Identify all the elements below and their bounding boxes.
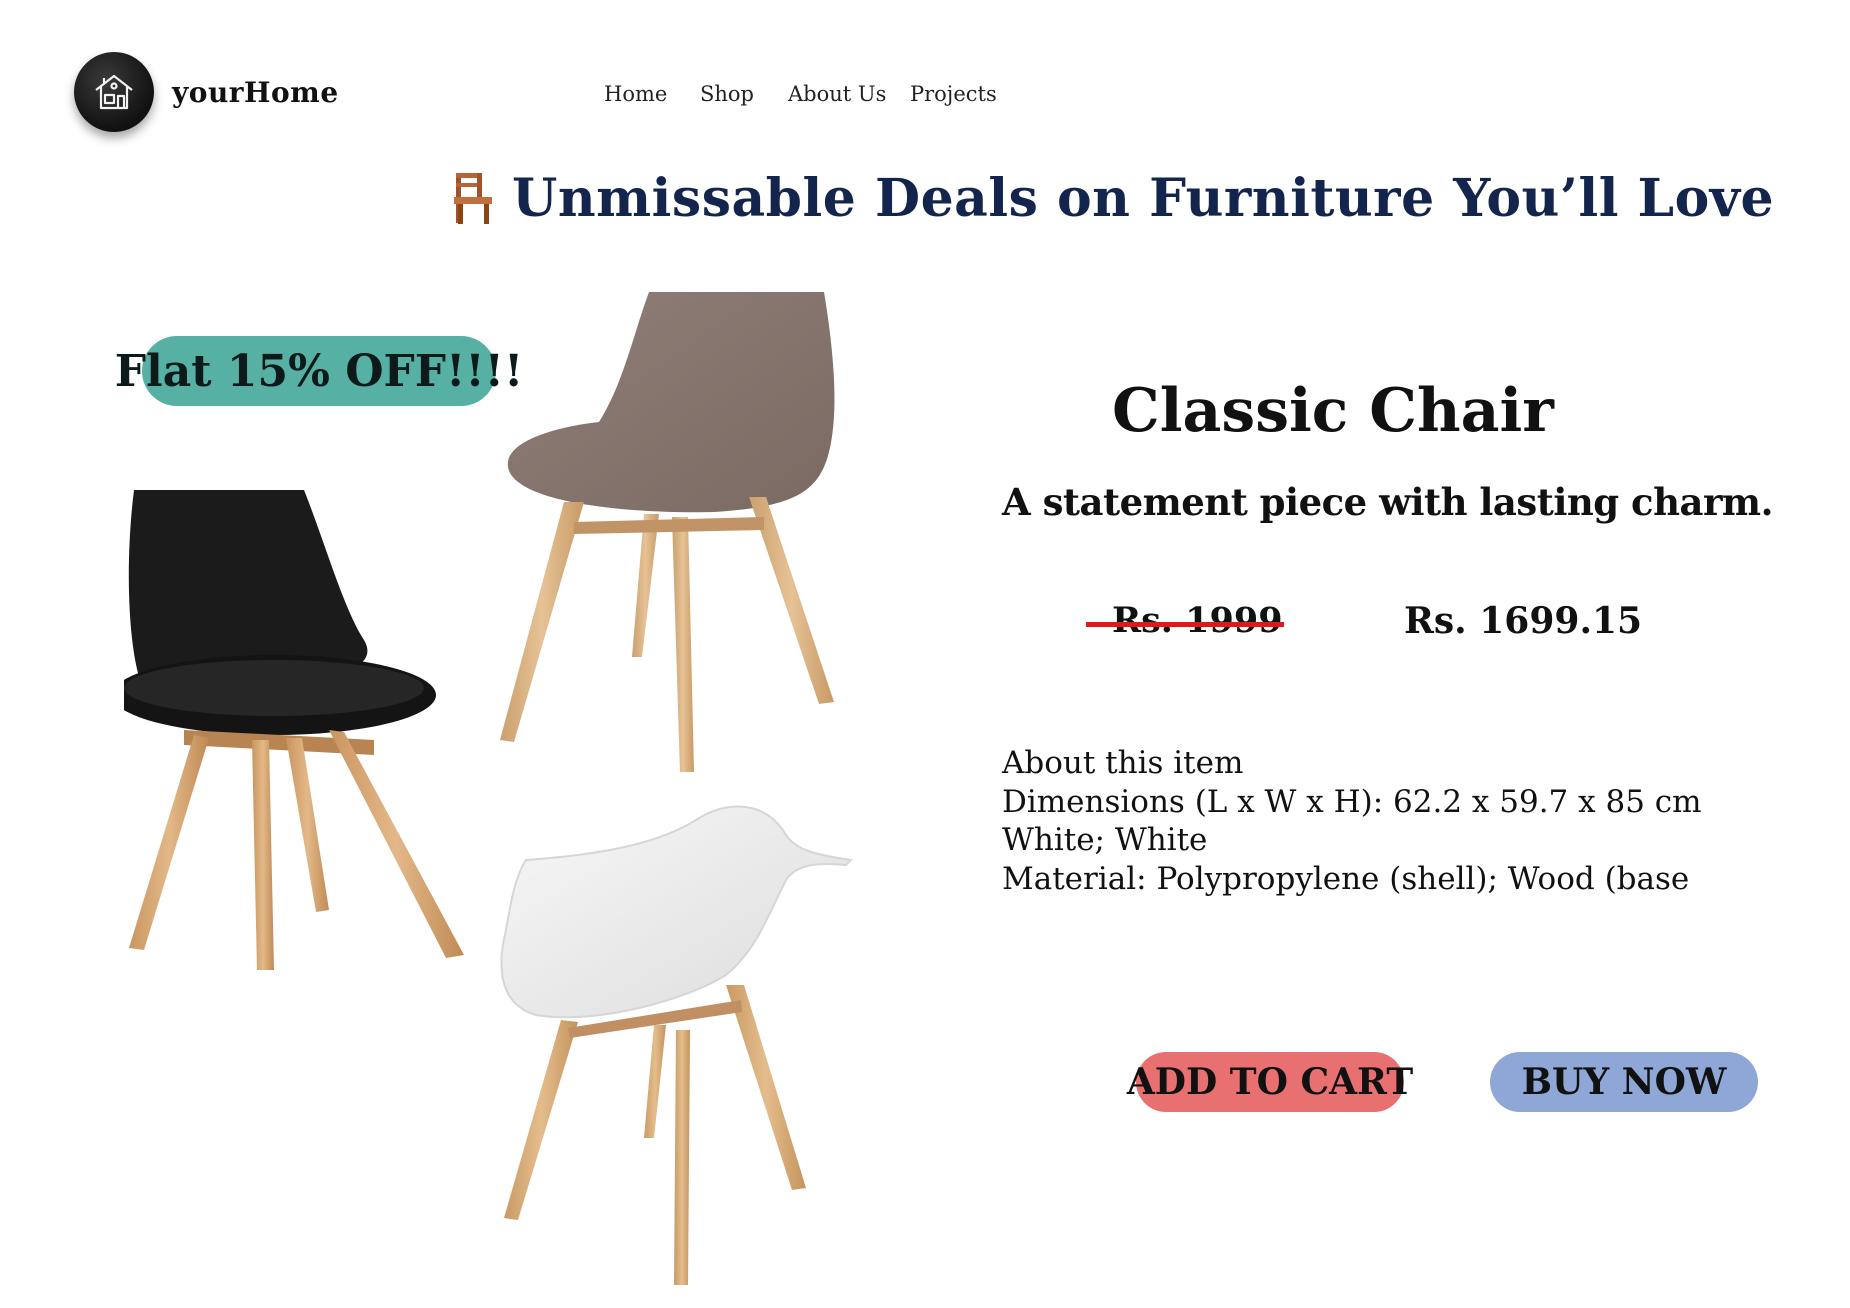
- logo[interactable]: [74, 52, 154, 132]
- white-armchair-image[interactable]: [496, 800, 856, 1285]
- about-heading: About this item: [1002, 745, 1244, 781]
- detail-material: Material: Polypropylene (shell); Wood (b…: [1002, 860, 1690, 897]
- original-price: Rs. 1999: [1112, 600, 1283, 641]
- nav-shop[interactable]: Shop: [700, 82, 754, 106]
- brand-name[interactable]: yourHome: [172, 76, 339, 109]
- headline-text: Unmissable Deals on Furniture You’ll Lov…: [512, 168, 1775, 229]
- black-chair-image[interactable]: [124, 490, 464, 970]
- detail-color: White; White: [1002, 822, 1208, 858]
- price-strikethrough: [1086, 622, 1284, 627]
- house-icon: [95, 74, 133, 110]
- chair-emoji-icon: [454, 172, 492, 224]
- page-headline: Unmissable Deals on Furniture You’ll Lov…: [450, 168, 1774, 229]
- taupe-chair-image[interactable]: [494, 292, 844, 772]
- about-item-section: About this item Dimensions (L x W x H): …: [1002, 744, 1702, 898]
- discount-badge: Flat 15% OFF!!!!: [115, 336, 523, 406]
- add-to-cart-button[interactable]: ADD TO CART: [1127, 1052, 1413, 1112]
- buy-now-button[interactable]: BUY NOW: [1490, 1052, 1758, 1112]
- detail-dimensions: Dimensions (L x W x H): 62.2 x 59.7 x 85…: [1002, 783, 1702, 820]
- product-tagline: A statement piece with lasting charm.: [1002, 480, 1773, 524]
- nav-about-us[interactable]: About Us: [788, 82, 886, 106]
- nav-home[interactable]: Home: [604, 82, 667, 106]
- product-title: Classic Chair: [1112, 376, 1554, 446]
- nav-projects[interactable]: Projects: [910, 82, 997, 106]
- discounted-price: Rs. 1699.15: [1404, 600, 1643, 642]
